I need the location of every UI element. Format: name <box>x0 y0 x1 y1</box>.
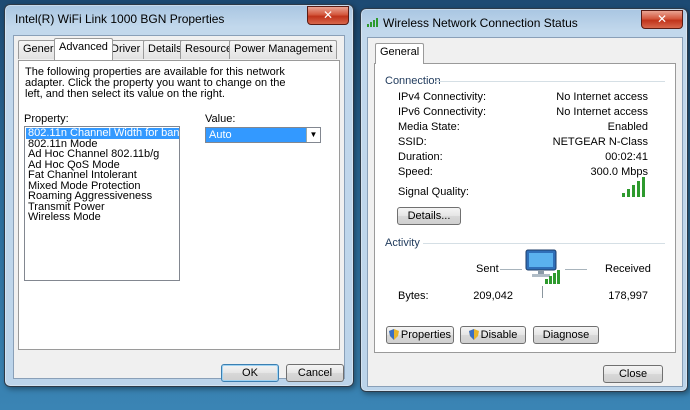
status-window-title: Wireless Network Connection Status <box>383 16 578 30</box>
property-list-item[interactable]: Wireless Mode <box>26 212 179 223</box>
duration-label: Duration: <box>398 151 443 163</box>
signal-bar <box>632 185 635 197</box>
signal-bar <box>627 189 630 197</box>
close-button[interactable]: Close <box>603 365 663 383</box>
property-list-item[interactable]: Roaming Aggressiveness <box>26 191 179 202</box>
property-list-item[interactable]: Fat Channel Intolerant <box>26 170 179 181</box>
duration-value: 00:02:41 <box>605 151 648 163</box>
media-state-value: Enabled <box>607 121 648 133</box>
received-label: Received <box>605 263 651 275</box>
ipv6-label: IPv6 Connectivity: <box>398 106 487 118</box>
bytes-sent-value: 209,042 <box>473 290 513 302</box>
close-icon: ✕ <box>322 8 334 22</box>
properties-button-label: Properties <box>400 329 452 341</box>
tab-power-management-label: Power Management <box>234 43 333 55</box>
disable-button[interactable]: Disable <box>460 326 526 344</box>
signal-quality-icon <box>620 177 648 197</box>
signal-quality-label: Signal Quality: <box>398 186 469 198</box>
activity-divider <box>423 243 665 244</box>
window-title: Intel(R) WiFi Link 1000 BGN Properties <box>15 12 225 26</box>
uac-shield-icon <box>388 329 399 340</box>
tab-advanced-label: Advanced <box>59 41 108 53</box>
ipv4-value: No Internet access <box>556 91 648 103</box>
status-client-area: General Connection IPv4 Connectivity: No… <box>367 37 683 387</box>
activity-section-header: Activity <box>385 237 420 249</box>
details-button-label: Details... <box>407 210 451 222</box>
value-dropdown[interactable]: Auto ▼ <box>205 127 321 143</box>
ok-button[interactable]: OK <box>221 364 279 382</box>
ssid-label: SSID: <box>398 136 427 148</box>
properties-button[interactable]: Properties <box>386 326 454 344</box>
property-list-item[interactable]: Ad Hoc Channel 802.11b/g <box>26 149 179 160</box>
value-label: Value: <box>205 113 236 125</box>
property-list-item[interactable]: 802.11n Channel Width for band 2.4 <box>26 128 179 139</box>
description-text: The following properties are available f… <box>25 66 286 100</box>
tab-advanced[interactable]: Advanced <box>54 38 113 60</box>
advanced-tab-panel: The following properties are available f… <box>18 60 340 350</box>
cancel-button-label: Cancel <box>297 367 333 379</box>
close-window-button[interactable]: ✕ <box>307 6 349 25</box>
status-title-bar[interactable]: Wireless Network Connection Status ✕ <box>361 9 687 35</box>
property-listbox[interactable]: 802.11n Channel Width for band 2.4802.11… <box>24 126 180 281</box>
general-tab-panel: Connection IPv4 Connectivity: No Interne… <box>374 63 676 353</box>
bytes-label: Bytes: <box>398 290 429 302</box>
tab-general[interactable]: General <box>375 43 425 64</box>
dialog-client-area: General Advanced Driver Details Resource… <box>13 35 345 382</box>
diagnose-button[interactable]: Diagnose <box>533 326 599 344</box>
details-button[interactable]: Details... <box>397 207 461 225</box>
ipv4-label: IPv4 Connectivity: <box>398 91 487 103</box>
property-list: 802.11n Channel Width for band 2.4802.11… <box>25 127 179 223</box>
ssid-value: NETGEAR N-Class <box>552 136 648 148</box>
ok-button-label: OK <box>242 367 258 379</box>
sent-line <box>500 269 522 270</box>
bytes-separator <box>542 286 543 298</box>
close-status-window-button[interactable]: ✕ <box>641 10 683 29</box>
wireless-network-icon <box>367 17 379 27</box>
tab-details-label: Details <box>148 43 182 55</box>
received-line <box>565 269 587 270</box>
close-icon: ✕ <box>656 12 668 26</box>
media-state-label: Media State: <box>398 121 460 133</box>
signal-bar <box>637 181 640 197</box>
property-label: Property: <box>24 113 69 125</box>
bytes-received-value: 178,997 <box>608 290 648 302</box>
connection-status-window: Wireless Network Connection Status ✕ Gen… <box>360 8 688 392</box>
connection-section-header: Connection <box>385 75 441 87</box>
disable-button-label: Disable <box>480 329 518 341</box>
uac-shield-icon <box>468 329 479 340</box>
connection-divider <box>435 81 665 82</box>
speed-label: Speed: <box>398 166 433 178</box>
signal-bar <box>622 193 625 197</box>
value-selected: Auto <box>209 129 232 141</box>
chevron-down-icon[interactable]: ▼ <box>306 128 320 142</box>
tab-power-management[interactable]: Power Management <box>229 40 338 59</box>
cancel-button[interactable]: Cancel <box>286 364 344 382</box>
title-bar[interactable]: Intel(R) WiFi Link 1000 BGN Properties ✕ <box>5 5 353 31</box>
tab-general-label: General <box>380 46 420 58</box>
tab-strip: General Advanced Driver Details Resource… <box>18 38 340 62</box>
tab-driver-label: Driver <box>111 43 141 55</box>
close-button-label: Close <box>618 368 648 380</box>
ipv6-value: No Internet access <box>556 106 648 118</box>
network-activity-icon <box>521 247 565 287</box>
adapter-properties-window: Intel(R) WiFi Link 1000 BGN Properties ✕… <box>4 4 354 387</box>
signal-bar <box>642 177 645 197</box>
sent-label: Sent <box>476 263 499 275</box>
diagnose-button-label: Diagnose <box>542 329 590 341</box>
